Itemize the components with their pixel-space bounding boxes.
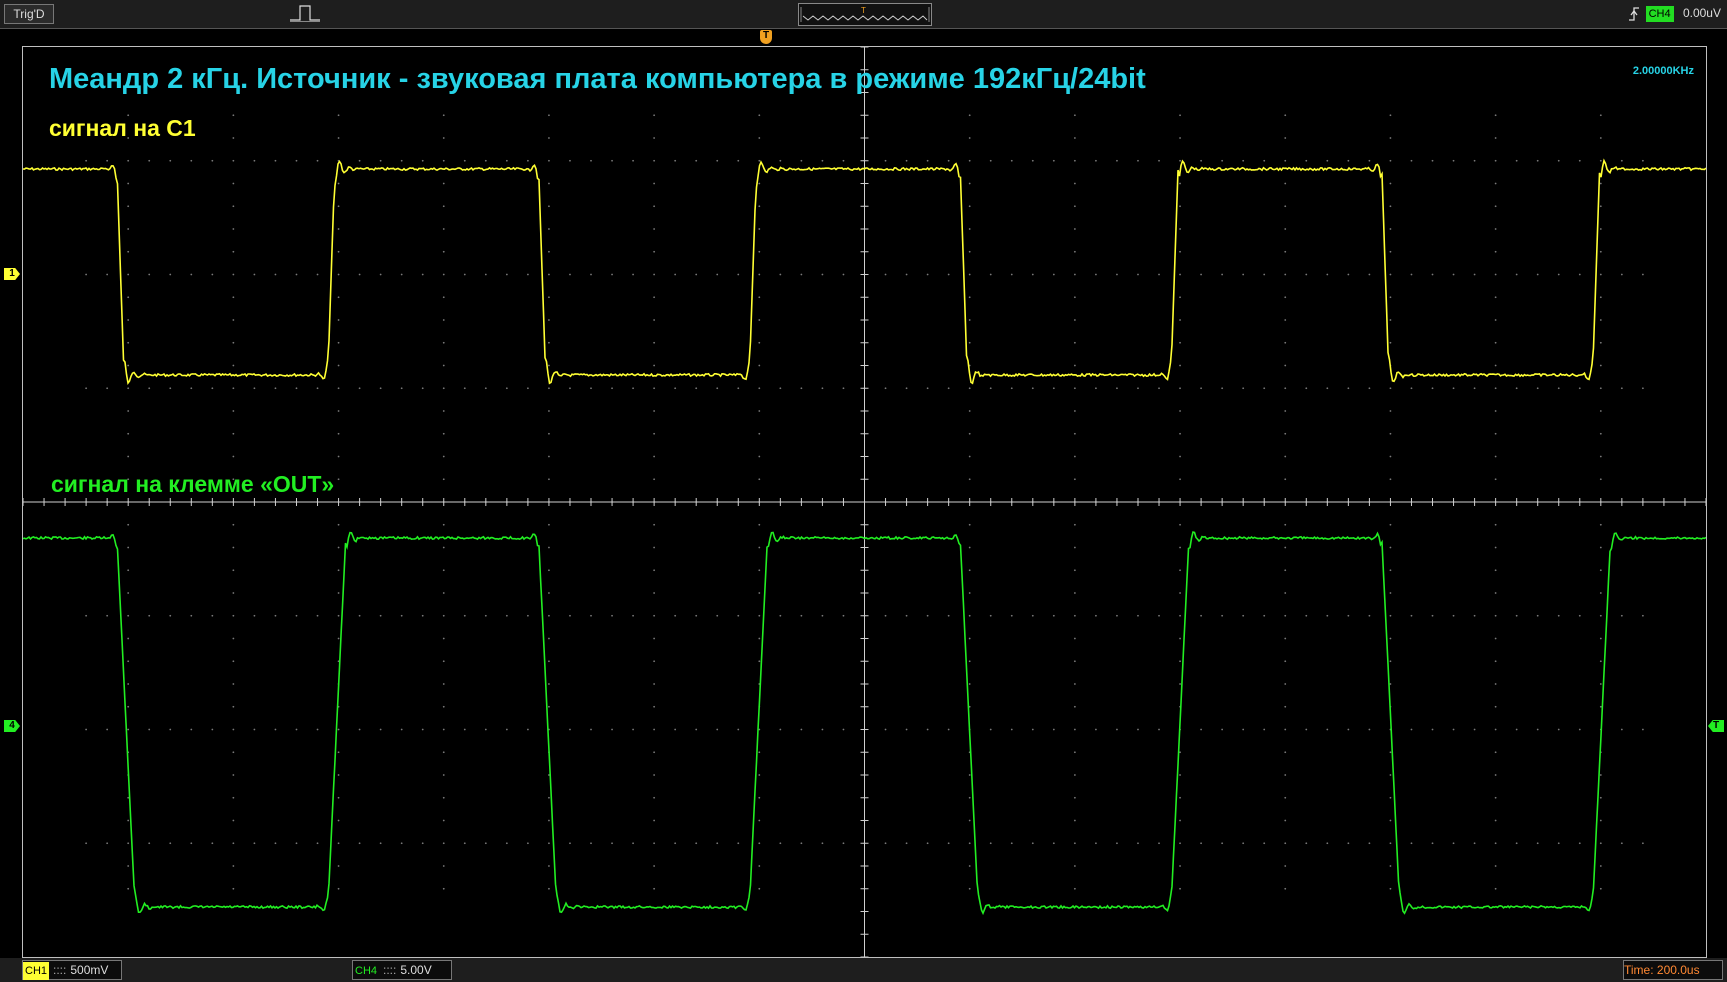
- ch4-tag: CH4: [355, 965, 378, 977]
- svg-text:T: T: [861, 6, 866, 15]
- trigger-level-value: 0.00uV: [1682, 6, 1721, 20]
- trigger-status: Trig'D: [4, 4, 54, 24]
- trigger-level-marker[interactable]: T: [1708, 720, 1724, 732]
- ch1-scale-box[interactable]: CH1:::: 500mV: [22, 960, 122, 980]
- ch1-trace: [23, 158, 1706, 385]
- trigger-position-marker[interactable]: T: [760, 30, 772, 44]
- ch1-tag: CH1: [23, 962, 50, 980]
- timebase-readout[interactable]: Time: 200.0us: [1623, 960, 1723, 980]
- bottom-status-bar: CH1:::: 500mV CH4:::: 5.00V Time: 200.0us: [0, 958, 1727, 982]
- waveform-traces: [23, 158, 1706, 916]
- ch1-coupling-icon: ::::: [53, 963, 67, 977]
- ch4-volts-per-div: 5.00V: [400, 963, 432, 977]
- ch4-trace: [23, 531, 1706, 916]
- trigger-source-badge: CH4: [1645, 6, 1674, 22]
- ch1-annotation: сигнал на С1: [49, 115, 196, 141]
- rising-edge-icon: [1628, 6, 1640, 22]
- waveform-display[interactable]: Меандр 2 кГц. Источник - звуковая плата …: [22, 46, 1707, 958]
- ch1-offset-marker[interactable]: 1: [4, 268, 20, 280]
- screen-title: Меандр 2 кГц. Источник - звуковая плата …: [49, 63, 1146, 95]
- ch4-coupling-icon: ::::: [383, 963, 397, 977]
- top-status-bar: Trig'D T CH4 0.00uV: [0, 0, 1727, 29]
- pulse-trigger-icon[interactable]: [288, 3, 322, 23]
- frequency-readout: 2.00000KHz: [1632, 65, 1694, 77]
- ch4-annotation: сигнал на клемме «OUT»: [51, 471, 335, 497]
- ch4-offset-marker[interactable]: 4: [4, 720, 20, 732]
- trigger-position-indicator[interactable]: T: [798, 3, 932, 26]
- ch4-scale-box[interactable]: CH4:::: 5.00V: [352, 960, 452, 980]
- trigger-source-group[interactable]: CH4 0.00uV: [1628, 4, 1721, 22]
- ch1-volts-per-div: 500mV: [70, 963, 109, 977]
